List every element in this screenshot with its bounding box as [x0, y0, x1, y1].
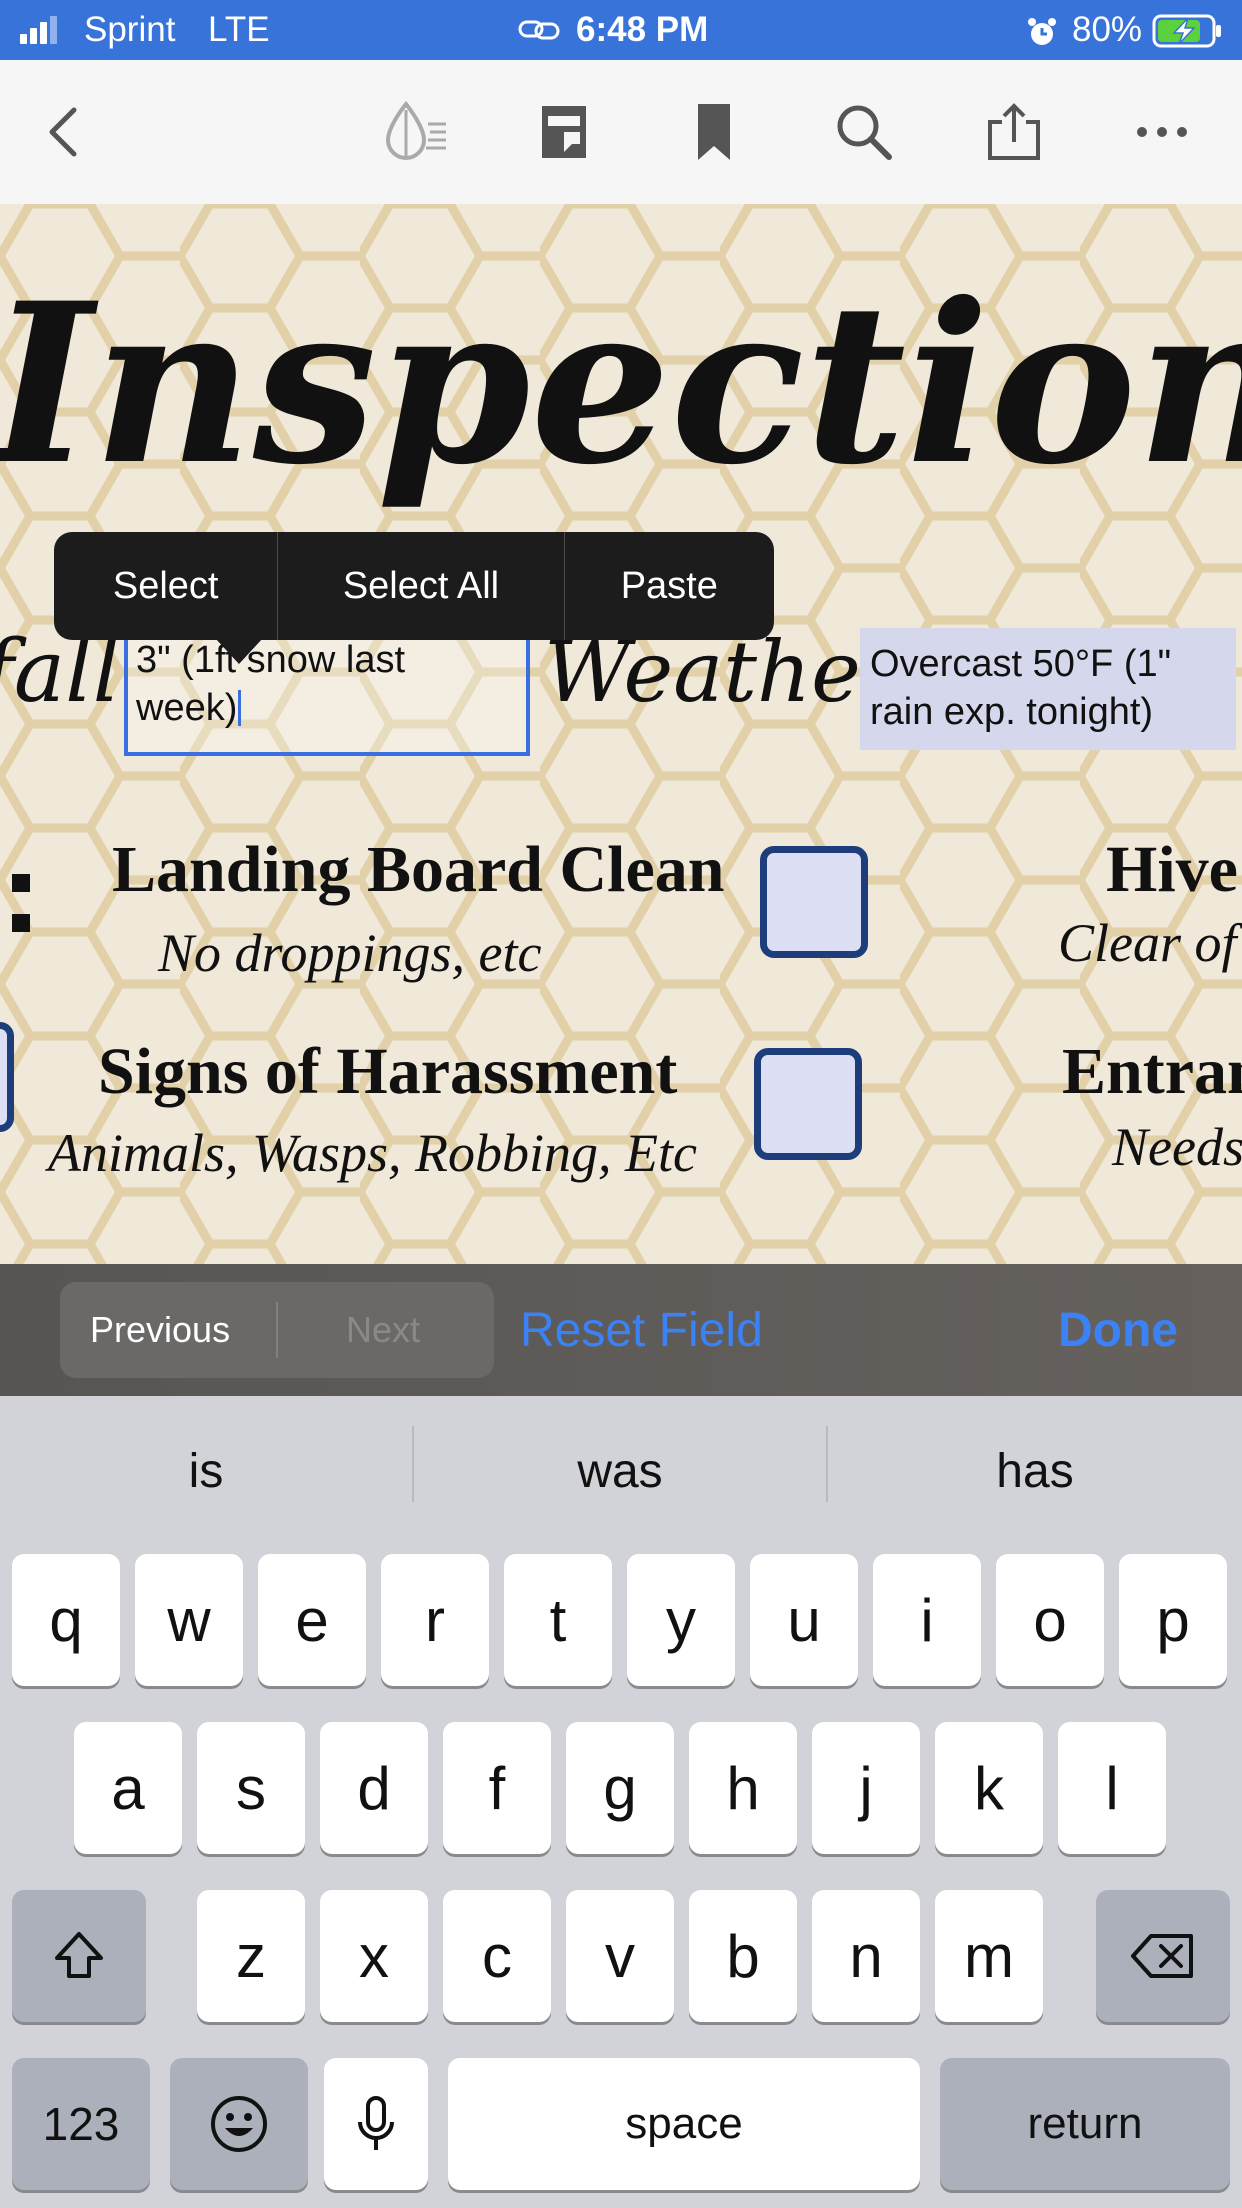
key-i[interactable]: i	[873, 1554, 981, 1686]
divider	[276, 1302, 278, 1358]
numbers-key[interactable]: 123	[12, 2058, 150, 2190]
document-title: Inspection Che	[0, 254, 1242, 513]
form-accessory-bar: Previous Next Reset Field Done	[0, 1264, 1242, 1396]
status-bar: Sprint LTE 6:48 PM 80%	[0, 0, 1242, 60]
key-x[interactable]: x	[320, 1890, 428, 2022]
key-e[interactable]: e	[258, 1554, 366, 1686]
battery-charging-icon	[1152, 14, 1224, 53]
dictation-key[interactable]	[324, 2058, 428, 2190]
colon-fragment	[0, 864, 30, 944]
row1-right-title: Hive	[1106, 833, 1238, 906]
share-button[interactable]	[978, 96, 1050, 168]
shift-icon	[55, 1932, 103, 1978]
suggestion-1[interactable]: is	[0, 1396, 412, 1546]
row2-right-title: Entran	[1062, 1035, 1242, 1108]
row1-title: Landing Board Clean	[112, 833, 725, 906]
key-q[interactable]: q	[12, 1554, 120, 1686]
bookmark-icon	[698, 104, 730, 160]
link-icon	[518, 14, 560, 51]
key-l[interactable]: l	[1058, 1722, 1166, 1854]
done-button[interactable]: Done	[1058, 1264, 1178, 1396]
share-icon	[988, 103, 1040, 160]
edit-context-menu: Select Select All Paste	[54, 532, 774, 640]
row2-title: Signs of Harassment	[98, 1035, 678, 1108]
microphone-icon	[358, 2096, 394, 2150]
menu-paste[interactable]: Paste	[565, 532, 774, 640]
row2-subtitle: Animals, Wasps, Robbing, Etc	[48, 1123, 698, 1183]
key-j[interactable]: j	[812, 1722, 920, 1854]
key-v[interactable]: v	[566, 1890, 674, 2022]
space-key[interactable]: space	[448, 2058, 920, 2190]
key-n[interactable]: n	[812, 1890, 920, 2022]
battery-percent: 80%	[1072, 10, 1143, 49]
key-d[interactable]: d	[320, 1722, 428, 1854]
context-menu-pointer	[215, 638, 263, 664]
landing-board-checkbox[interactable]	[760, 846, 868, 958]
keyboard: is was has q w e r t y u i o p a s d f g…	[0, 1396, 1242, 2208]
key-s[interactable]: s	[197, 1722, 305, 1854]
more-button[interactable]	[1126, 96, 1198, 168]
search-button[interactable]	[828, 96, 900, 168]
previous-next-group: Previous Next	[60, 1282, 494, 1378]
weather-field-line2: rain exp. tonight)	[870, 691, 1154, 733]
delete-icon	[1131, 1934, 1193, 1978]
return-key[interactable]: return	[940, 2058, 1230, 2190]
menu-select-all[interactable]: Select All	[278, 532, 565, 640]
rainfall-field-line1: 3" (1ft snow last	[136, 639, 406, 681]
clock: 6:48 PM	[576, 10, 709, 49]
key-a[interactable]: a	[74, 1722, 182, 1854]
row1-subtitle: No droppings, etc	[158, 923, 542, 983]
reader-mode-icon	[385, 100, 446, 160]
key-z[interactable]: z	[197, 1890, 305, 2022]
bookmark-button[interactable]	[678, 96, 750, 168]
key-f[interactable]: f	[443, 1722, 551, 1854]
back-chevron-icon	[49, 107, 77, 157]
shift-key[interactable]	[12, 1890, 146, 2022]
pages-button[interactable]	[528, 96, 600, 168]
reader-mode-button[interactable]	[380, 96, 452, 168]
key-o[interactable]: o	[996, 1554, 1104, 1686]
signal-icon	[20, 0, 60, 60]
rainfall-field-line2: week)	[136, 687, 238, 729]
key-h[interactable]: h	[689, 1722, 797, 1854]
key-t[interactable]: t	[504, 1554, 612, 1686]
key-p[interactable]: p	[1119, 1554, 1227, 1686]
rainfall-field[interactable]: 3" (1ft snow last week)	[124, 626, 530, 756]
pdf-document: Inspection Che fall 3" (1ft snow last we…	[0, 204, 1242, 1264]
key-m[interactable]: m	[935, 1890, 1043, 2022]
key-g[interactable]: g	[566, 1722, 674, 1854]
key-b[interactable]: b	[689, 1890, 797, 2022]
back-button[interactable]	[28, 96, 100, 168]
reset-field-button[interactable]: Reset Field	[520, 1264, 763, 1396]
row2-right-subtitle: Needs	[1112, 1117, 1242, 1177]
delete-key[interactable]	[1096, 1890, 1230, 2022]
network-label: LTE	[208, 10, 270, 49]
alarm-icon	[1026, 16, 1058, 53]
key-y[interactable]: y	[627, 1554, 735, 1686]
suggestion-3[interactable]: has	[828, 1396, 1242, 1546]
next-button[interactable]: Next	[346, 1282, 420, 1378]
key-k[interactable]: k	[935, 1722, 1043, 1854]
pages-icon	[542, 106, 586, 158]
key-w[interactable]: w	[135, 1554, 243, 1686]
viewer-toolbar	[0, 60, 1242, 205]
key-c[interactable]: c	[443, 1890, 551, 2022]
previous-button[interactable]: Previous	[90, 1282, 230, 1378]
weather-field-line1: Overcast 50°F (1"	[870, 643, 1172, 685]
harassment-checkbox[interactable]	[754, 1048, 862, 1160]
text-caret	[238, 690, 242, 726]
more-icon	[1137, 127, 1187, 137]
key-r[interactable]: r	[381, 1554, 489, 1686]
weather-field[interactable]: Overcast 50°F (1" rain exp. tonight)	[860, 628, 1236, 750]
suggestion-2[interactable]: was	[414, 1396, 826, 1546]
carrier-label: Sprint	[84, 10, 176, 49]
key-u[interactable]: u	[750, 1554, 858, 1686]
emoji-key[interactable]	[170, 2058, 308, 2190]
row1-right-subtitle: Clear of	[1058, 913, 1237, 973]
menu-select[interactable]: Select	[54, 532, 279, 640]
search-icon	[837, 105, 892, 160]
emoji-icon	[211, 2096, 267, 2152]
left-edge-checkbox[interactable]	[0, 1022, 14, 1132]
